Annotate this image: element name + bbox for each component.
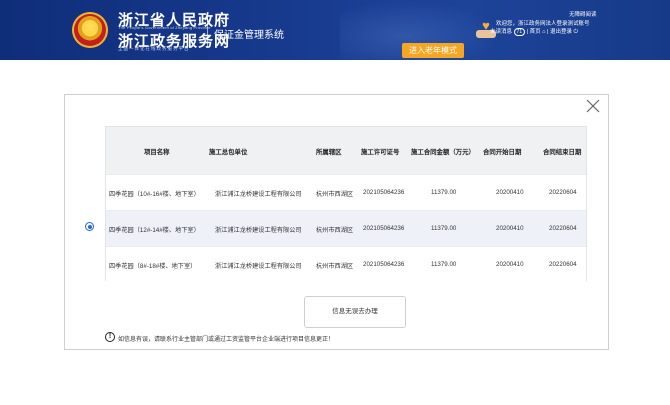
unread-count-badge[interactable]: 71 — [513, 28, 526, 36]
column-header: 合同开始日期 — [483, 149, 522, 156]
confirm-button[interactable]: 信息无误去办理 — [304, 296, 406, 328]
table-row[interactable]: 四季花园（10#-16#楼、地下室） 浙江浦江龙桥建设工程有限公司 杭州市西湖区… — [106, 174, 586, 210]
column-header: 施工许可证号 — [361, 149, 400, 156]
column-header: 施工总包单位 — [209, 149, 248, 156]
accessibility-link[interactable]: 无障碍阅读 — [569, 10, 597, 18]
elder-mode-button[interactable]: 进入老年模式 — [402, 43, 464, 58]
table-header: 项目名称 施工总包单位 所属辖区 施工许可证号 施工合同金额（万元） 合同开始日… — [106, 127, 586, 174]
column-header: 项目名称 — [144, 149, 170, 156]
project-table: 项目名称 施工总包单位 所属辖区 施工许可证号 施工合同金额（万元） 合同开始日… — [105, 126, 587, 282]
column-header: 合同结束日期 — [543, 149, 582, 156]
warning-icon: ! — [105, 332, 115, 342]
contractor: 浙江浦江龙桥建设工程有限公司 — [215, 191, 302, 198]
logout-link[interactable]: 退出登录 — [550, 29, 572, 35]
contractor: 浙江浦江龙桥建设工程有限公司 — [215, 227, 302, 234]
end-date: 20220604 — [549, 189, 577, 196]
permit-number: 202105064236 — [363, 261, 405, 268]
notice-text: 如信息有误，请联系行业主管部门或通过工资监管平台企业端进行项目信息更正！ — [118, 337, 335, 343]
end-date: 20220604 — [549, 225, 577, 232]
district: 杭州市西湖区 — [316, 263, 354, 270]
system-name: 保证金管理系统 — [214, 30, 284, 41]
portal-subtitle: 全国一体化在线政务服务平台 — [118, 46, 190, 51]
end-date: 20220604 — [549, 261, 577, 268]
project-name: 四季花园（10#-16#楼、地下室） — [109, 191, 200, 198]
contract-amount: 11379.00 — [431, 225, 457, 232]
close-icon[interactable] — [585, 98, 601, 114]
start-date: 20200410 — [496, 225, 524, 232]
contract-amount: 11379.00 — [431, 189, 457, 196]
top-header: ★ 浙江省人民政府 The People's Government of Zhe… — [0, 0, 670, 60]
logout-icon[interactable]: ⏻ — [574, 29, 578, 35]
unread-label[interactable]: 未读消息 — [490, 29, 512, 35]
project-name: 四季花园（8#-18#楼、地下室） — [109, 263, 197, 270]
contractor: 浙江浦江龙桥建设工程有限公司 — [215, 263, 302, 270]
district: 杭州市西湖区 — [316, 191, 354, 198]
permit-number: 202105064236 — [363, 189, 405, 196]
national-emblem-icon: ★ — [72, 12, 108, 48]
home-icon[interactable]: ⌂ — [542, 29, 545, 35]
permit-number: 202105064236 — [363, 225, 405, 232]
contract-amount: 11379.00 — [431, 261, 457, 268]
welcome-text: 欢迎您，浙江政务网法人登录测试账号 — [496, 21, 590, 27]
table-row[interactable]: 四季花园（8#-18#楼、地下室） 浙江浦江龙桥建设工程有限公司 杭州市西湖区 … — [106, 246, 586, 282]
table-row[interactable]: 四季花园（12#-14#楼、地下室） 浙江浦江龙桥建设工程有限公司 杭州市西湖区… — [106, 210, 586, 246]
start-date: 20200410 — [496, 189, 524, 196]
project-name: 四季花园（12#-14#楼、地下室） — [109, 227, 200, 234]
district: 杭州市西湖区 — [316, 227, 354, 234]
row-select-radio[interactable] — [85, 222, 94, 231]
column-header: 所属辖区 — [316, 149, 342, 156]
user-links: 未读消息 71 | 首页 ⌂ | 退出登录 ⏻ — [490, 28, 578, 36]
start-date: 20200410 — [496, 261, 524, 268]
home-link[interactable]: 首页 — [530, 29, 541, 35]
column-header: 施工合同金额（万元） — [411, 149, 475, 156]
header-divider — [207, 14, 208, 48]
